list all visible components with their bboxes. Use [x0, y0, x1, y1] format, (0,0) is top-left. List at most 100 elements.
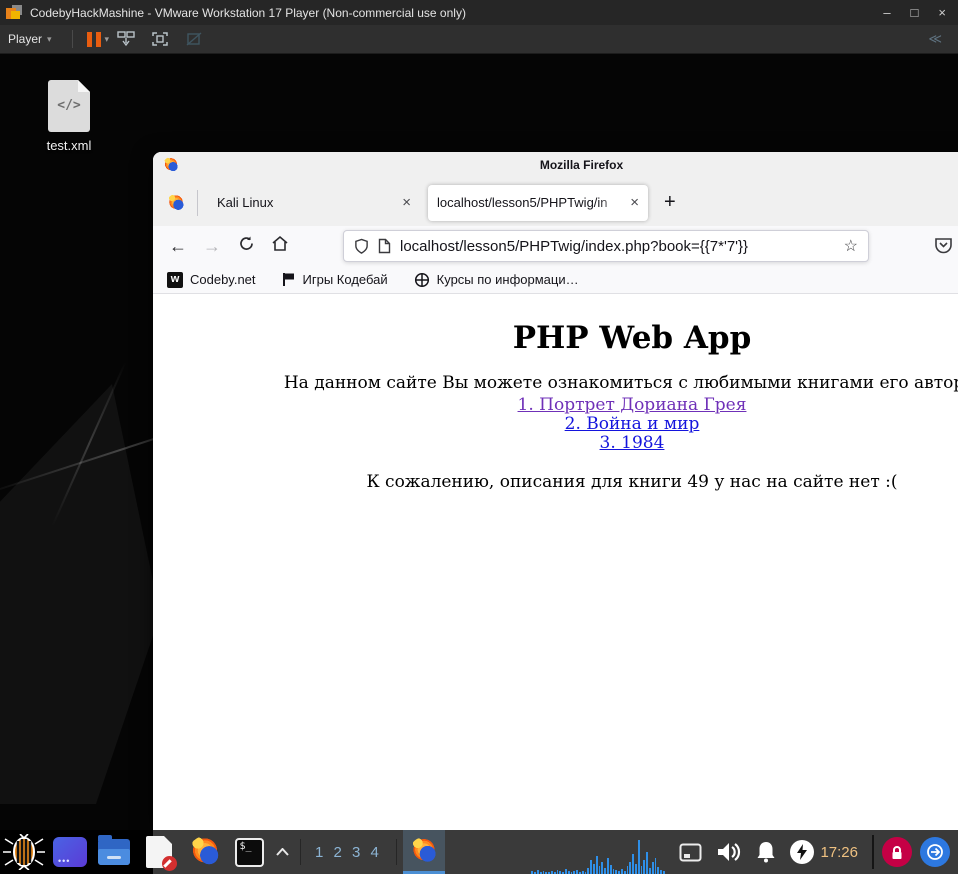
- globe-icon: [414, 272, 429, 287]
- book-link-1[interactable]: 1. Портрет Дориана Грея: [153, 396, 958, 415]
- firefox-icon: [189, 836, 221, 868]
- code-glyph: </>: [57, 98, 81, 113]
- bookmark-star-icon[interactable]: ☆: [844, 236, 858, 256]
- chevron-down-icon: ▾: [47, 33, 52, 44]
- web-page-content: PHP Web App На данном сайте Вы можете оз…: [153, 294, 958, 830]
- tab-kali-linux[interactable]: Kali Linux ×: [208, 185, 420, 221]
- app-menu-button[interactable]: [48, 830, 92, 874]
- xml-file-icon: </>: [48, 80, 90, 132]
- terminal-icon: $_: [234, 837, 264, 867]
- maximize-button[interactable]: □: [911, 5, 919, 20]
- terminal-button[interactable]: $_: [228, 830, 270, 874]
- volume-button[interactable]: [716, 830, 742, 874]
- logout-icon: [920, 837, 950, 867]
- suspend-vm-button[interactable]: [86, 31, 101, 47]
- unity-mode-icon: [184, 30, 204, 48]
- vmware-toolbar: Player ▾ ▾ ≪: [0, 25, 958, 54]
- reload-button[interactable]: [229, 235, 263, 257]
- panel-divider: [395, 839, 397, 865]
- kali-menu-button[interactable]: [0, 830, 48, 874]
- power-manager-button[interactable]: [790, 830, 815, 874]
- new-tab-button[interactable]: +: [664, 191, 676, 214]
- pocket-icon[interactable]: [933, 235, 954, 261]
- send-ctrl-alt-del-button[interactable]: [116, 30, 136, 48]
- vm-screen: </> test.xml Mozilla Firefox Kali Linux …: [0, 54, 958, 874]
- page-info-icon[interactable]: [378, 238, 391, 254]
- bookmark-label: Курсы по информаци…: [436, 272, 579, 287]
- kali-taskbar: $_ 1 2 3 4 17:26: [0, 830, 958, 874]
- app-menu-icon: [53, 837, 87, 867]
- url-input[interactable]: localhost/lesson5/PHPTwig/index.php?book…: [400, 238, 835, 255]
- text-editor-button[interactable]: [136, 830, 182, 874]
- tab-label: Kali Linux: [217, 195, 274, 210]
- wallpaper-shape: [0, 384, 160, 804]
- firefox-window: Mozilla Firefox Kali Linux × localhost/l…: [153, 152, 958, 830]
- firefox-titlebar[interactable]: Mozilla Firefox: [153, 152, 958, 179]
- bell-icon: [757, 842, 775, 863]
- desktop-file-test-xml[interactable]: </> test.xml: [36, 80, 102, 153]
- lock-screen-button[interactable]: [882, 830, 912, 874]
- folder-icon: [98, 835, 130, 865]
- speaker-icon: [718, 843, 741, 861]
- vmware-titlebar: CodebyHackMashine - VMware Workstation 1…: [0, 0, 958, 25]
- navigation-toolbar: ← → localhost/lesson5/PHPTwig/index.php?…: [153, 226, 958, 266]
- display-settings-button[interactable]: [679, 830, 702, 874]
- bookmark-igry-kodebay[interactable]: Игры Кодебай: [282, 272, 388, 287]
- tab-bar: Kali Linux × localhost/lesson5/PHPTwig/i…: [153, 179, 958, 226]
- close-tab-icon[interactable]: ×: [402, 194, 411, 211]
- bookmark-label: Codeby.net: [190, 272, 256, 287]
- book-link-2[interactable]: 2. Война и мир: [153, 415, 958, 434]
- toolbar-divider: [71, 30, 73, 48]
- bookmarks-toolbar: w Codeby.net Игры Кодебай Курсы по инфор…: [153, 266, 958, 294]
- tab-localhost-active[interactable]: localhost/lesson5/PHPTwig/in ×: [428, 184, 648, 221]
- flag-icon: [282, 273, 294, 286]
- bookmark-label: Игры Кодебай: [302, 272, 388, 287]
- display-icon: [679, 843, 702, 861]
- shield-icon[interactable]: [354, 238, 369, 255]
- file-manager-button[interactable]: [92, 830, 136, 874]
- bookmark-codeby[interactable]: w Codeby.net: [167, 271, 256, 288]
- vmware-window-title: CodebyHackMashine - VMware Workstation 1…: [30, 5, 466, 20]
- fullscreen-button[interactable]: [150, 30, 170, 48]
- url-bar[interactable]: localhost/lesson5/PHPTwig/index.php?book…: [343, 230, 869, 262]
- firefox-icon: [409, 836, 438, 865]
- firefox-tab-favicon: [167, 193, 185, 212]
- logout-button[interactable]: [920, 830, 950, 874]
- notifications-button[interactable]: [754, 830, 778, 874]
- suspend-dropdown-icon[interactable]: ▾: [105, 34, 110, 45]
- close-button[interactable]: ×: [938, 5, 946, 20]
- back-button[interactable]: ←: [161, 236, 195, 257]
- minimize-button[interactable]: –: [883, 5, 890, 20]
- panel-expand-button[interactable]: [270, 830, 294, 874]
- desktop-file-label: test.xml: [46, 138, 92, 153]
- taskbar-firefox-window-button[interactable]: [402, 830, 445, 874]
- panel-divider: [300, 839, 301, 865]
- bookmark-kursy[interactable]: Курсы по информаци…: [414, 272, 579, 288]
- network-graph[interactable]: [531, 830, 665, 874]
- codeby-favicon: w: [167, 271, 183, 288]
- close-tab-icon[interactable]: ×: [630, 194, 639, 211]
- panel-divider: [872, 835, 874, 869]
- workspace-pager[interactable]: 1 2 3 4: [307, 830, 390, 874]
- tab-label: localhost/lesson5/PHPTwig/in: [437, 195, 625, 210]
- collapse-toolbar-button[interactable]: ≪: [928, 31, 950, 47]
- chevron-up-icon: [275, 848, 289, 856]
- lock-icon: [882, 837, 912, 867]
- kali-logo-icon: [3, 834, 45, 870]
- player-menu-label: Player: [8, 32, 43, 46]
- edit-badge-icon: [162, 856, 177, 871]
- firefox-window-title: Mozilla Firefox: [539, 158, 624, 172]
- vmware-logo-icon: [6, 5, 23, 20]
- book-link-3[interactable]: 3. 1984: [153, 434, 958, 453]
- tab-divider: [197, 189, 198, 216]
- home-button[interactable]: [263, 235, 297, 257]
- clock[interactable]: 17:26: [814, 830, 864, 874]
- page-intro-text: На данном сайте Вы можете ознакомиться с…: [283, 373, 958, 393]
- book-not-found-text: К сожалению, описания для книги 49 у нас…: [366, 472, 898, 492]
- forward-button: →: [203, 235, 221, 256]
- firefox-launcher-button[interactable]: [182, 830, 228, 874]
- player-menu[interactable]: Player ▾: [8, 32, 52, 46]
- power-icon: [790, 840, 815, 864]
- document-icon: [146, 836, 177, 871]
- page-title: PHP Web App: [512, 320, 752, 356]
